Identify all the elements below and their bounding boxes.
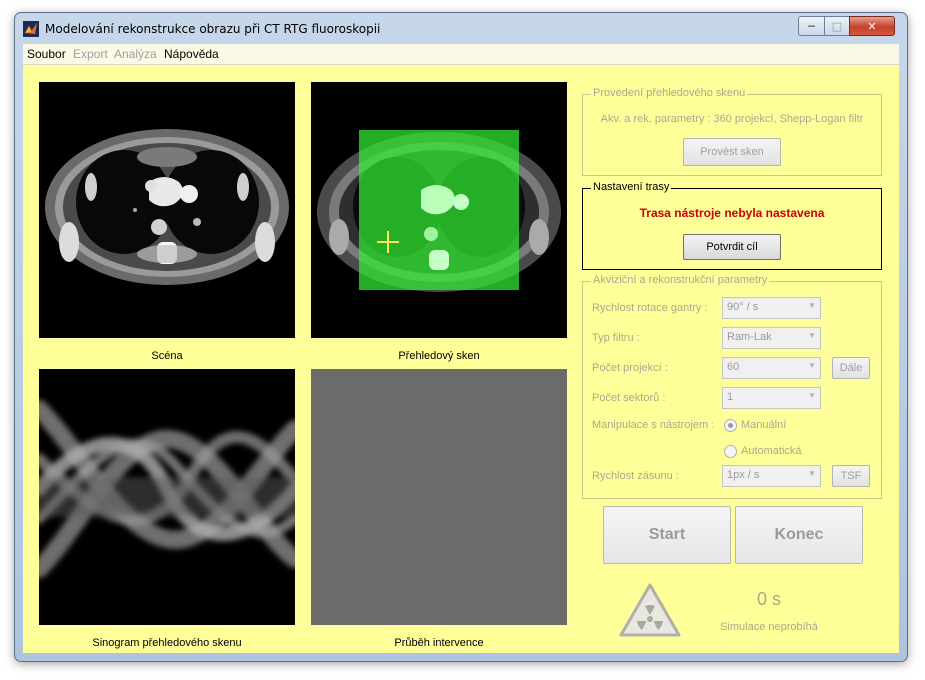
scene-image[interactable] <box>39 82 295 338</box>
maximize-icon: □ <box>831 19 843 33</box>
sinogram-plot <box>39 369 295 625</box>
gantry-speed-select[interactable]: 90° / s ▼ <box>722 297 821 319</box>
insertion-speed-value: 1px / s <box>727 469 760 481</box>
sinogram-image[interactable] <box>39 369 295 625</box>
sinogram-caption: Sinogram přehledového skenu <box>92 637 242 649</box>
start-button[interactable]: Start <box>603 506 731 564</box>
projections-value: 60 <box>727 361 740 373</box>
menu-bar: Soubor Export Analýza Nápověda <box>23 44 899 65</box>
end-button[interactable]: Konec <box>735 506 863 564</box>
simulation-status: Simulace neprobíhá <box>720 621 818 633</box>
automatic-radio[interactable] <box>724 445 737 458</box>
projections-select[interactable]: 60 ▼ <box>722 357 821 379</box>
trajectory-group: Nastavení trasy Trasa nástroje nebyla na… <box>582 181 882 270</box>
radiation-icon <box>619 583 681 637</box>
manual-radio[interactable] <box>724 419 737 432</box>
insertion-speed-select[interactable]: 1px / s ▼ <box>722 465 821 487</box>
minimize-button[interactable]: ─ <box>798 16 825 36</box>
minimize-icon: ─ <box>808 19 815 33</box>
tsf-button[interactable]: TSF <box>832 465 870 487</box>
chevron-down-icon: ▼ <box>808 361 816 370</box>
overview-image[interactable] <box>311 82 567 338</box>
confirm-target-button[interactable]: Potvrdit cíl <box>683 234 781 260</box>
sectors-label: Počet sektorů : <box>592 392 666 404</box>
menu-analyza[interactable]: Analýza <box>114 47 157 61</box>
overview-scan-group: Provedení přehledového skenu Akv. a rek.… <box>582 87 882 176</box>
menu-soubor[interactable]: Soubor <box>27 47 66 61</box>
gantry-speed-label: Rychlost rotace gantry : <box>592 302 708 314</box>
menu-export[interactable]: Export <box>73 47 108 61</box>
app-window: Modelování rekonstrukce obrazu při CT RT… <box>14 12 908 662</box>
maximize-button[interactable]: □ <box>824 16 850 36</box>
insertion-speed-label: Rychlost zásunu : <box>592 470 679 482</box>
overview-scan-params: Akv. a rek. parametry : 360 projekcí, Sh… <box>600 113 864 125</box>
projections-label: Počet projekcí : <box>592 362 668 374</box>
intervention-caption: Průběh intervence <box>394 637 484 649</box>
elapsed-time: 0 s <box>756 589 781 609</box>
title-bar[interactable]: Modelování rekonstrukce obrazu při CT RT… <box>15 13 907 43</box>
acquisition-group: Akviziční a rekonstrukční parametry Rych… <box>582 274 882 499</box>
overview-caption: Přehledový sken <box>398 350 480 362</box>
filter-type-select[interactable]: Ram-Lak ▼ <box>722 327 821 349</box>
chevron-down-icon: ▼ <box>808 469 816 478</box>
sectors-value: 1 <box>727 391 734 403</box>
trajectory-status: Trasa nástroje nebyla nastavena <box>639 206 825 220</box>
next-button[interactable]: Dále <box>832 357 870 379</box>
scene-caption: Scéna <box>151 350 183 362</box>
menu-napoveda[interactable]: Nápověda <box>164 47 219 61</box>
close-icon: ✕ <box>867 19 877 33</box>
gantry-speed-value: 90° / s <box>727 301 759 313</box>
sectors-select[interactable]: 1 ▼ <box>722 387 821 409</box>
chevron-down-icon: ▼ <box>808 301 816 310</box>
overview-ct-slice <box>311 82 567 338</box>
automatic-label: Automatická <box>741 445 802 457</box>
overview-scan-title: Provedení přehledového skenu <box>591 87 748 99</box>
matlab-icon <box>23 21 39 37</box>
filter-type-value: Ram-Lak <box>727 331 772 343</box>
scene-ct-slice <box>39 82 295 338</box>
run-scan-button[interactable]: Provést sken <box>683 138 781 166</box>
intervention-image[interactable] <box>311 369 567 625</box>
chevron-down-icon: ▼ <box>808 391 816 400</box>
manual-label: Manuální <box>741 419 787 431</box>
filter-type-label: Typ filtru : <box>592 332 640 344</box>
close-button[interactable]: ✕ <box>849 16 895 36</box>
manipulation-label: Manipulace s nástrojem : <box>592 419 715 431</box>
trajectory-title: Nastavení trasy <box>591 181 672 193</box>
acquisition-title: Akviziční a rekonstrukční parametry <box>591 274 770 286</box>
main-area: Scéna Přehledový sken Sinogram přehledov… <box>23 65 899 653</box>
chevron-down-icon: ▼ <box>808 331 816 340</box>
window-title: Modelování rekonstrukce obrazu při CT RT… <box>45 22 381 36</box>
